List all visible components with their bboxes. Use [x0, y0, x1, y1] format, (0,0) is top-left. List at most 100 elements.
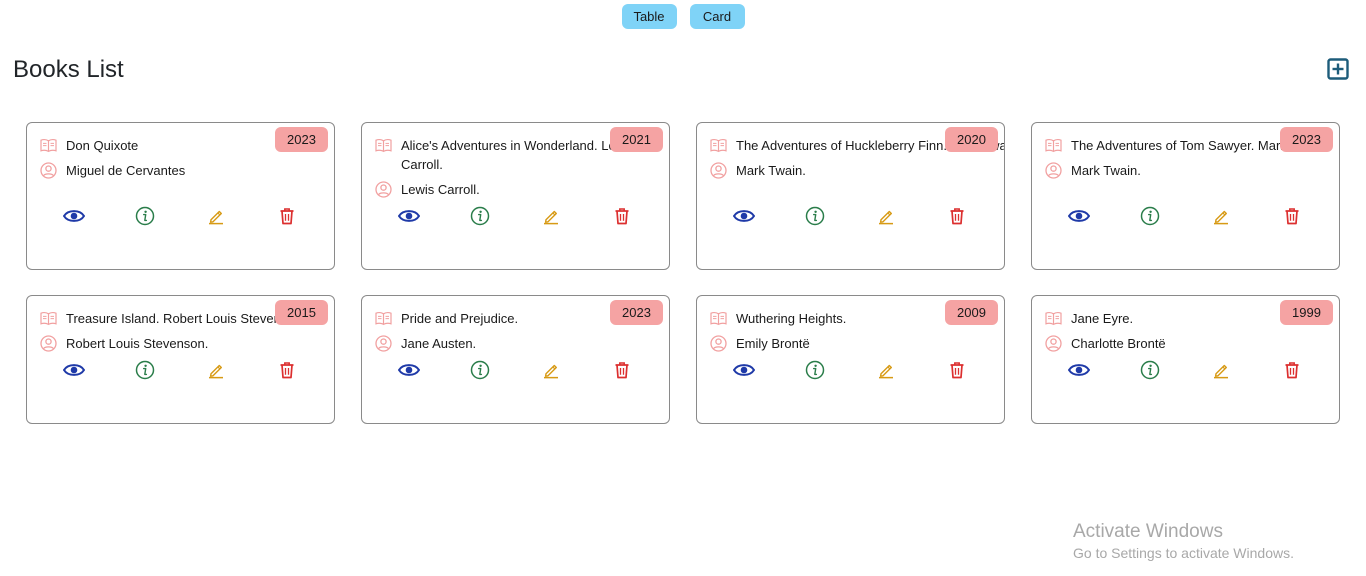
book-author-line: Robert Louis Stevenson. [40, 334, 334, 353]
book-title: Jane Eyre. [1071, 311, 1134, 326]
view-button[interactable] [398, 207, 421, 229]
book-author: Mark Twain. [1071, 163, 1141, 178]
view-button[interactable] [1068, 361, 1091, 383]
book-author-line: Jane Austen. [375, 334, 669, 353]
info-circle-icon [805, 206, 825, 231]
delete-button[interactable] [946, 207, 968, 229]
details-button[interactable] [804, 360, 826, 385]
book-open-icon [375, 310, 392, 327]
edit-button[interactable] [1210, 207, 1232, 229]
book-author-line: Charlotte Brontë [1045, 334, 1339, 353]
pencil-icon [1212, 207, 1230, 230]
edit-button[interactable] [540, 361, 562, 383]
details-button[interactable] [804, 206, 826, 231]
person-circle-icon [1045, 335, 1062, 352]
book-author: Mark Twain. [736, 163, 806, 178]
person-circle-icon [710, 335, 727, 352]
table-view-button[interactable]: Table [621, 4, 677, 29]
book-card: 2009 Wuthering Heights. Emily Brontë [696, 295, 1005, 424]
person-circle-icon [710, 162, 727, 179]
person-circle-icon [1045, 162, 1062, 179]
card-actions [1032, 206, 1339, 231]
delete-button[interactable] [946, 361, 968, 383]
view-button[interactable] [733, 361, 756, 383]
card-actions [697, 206, 1004, 231]
info-circle-icon [1140, 206, 1160, 231]
details-button[interactable] [134, 360, 156, 385]
year-badge: 2020 [945, 127, 998, 152]
info-circle-icon [1140, 360, 1160, 385]
info-circle-icon [470, 360, 490, 385]
card-actions [27, 206, 334, 231]
book-card: 2023 The Adventures of Tom Sawyer. Mark … [1031, 122, 1340, 270]
book-open-icon [40, 310, 57, 327]
view-button[interactable] [398, 361, 421, 383]
book-author: Emily Brontë [736, 336, 810, 351]
edit-button[interactable] [540, 207, 562, 229]
eye-icon [398, 209, 421, 228]
eye-icon [733, 363, 756, 382]
delete-button[interactable] [1281, 207, 1303, 229]
view-button[interactable] [63, 361, 86, 383]
delete-button[interactable] [611, 207, 633, 229]
edit-button[interactable] [205, 207, 227, 229]
details-button[interactable] [134, 206, 156, 231]
book-open-icon [1045, 137, 1062, 154]
delete-button[interactable] [276, 361, 298, 383]
pencil-icon [877, 361, 895, 384]
details-button[interactable] [469, 206, 491, 229]
book-title: Treasure Island. Robert Louis Stevenson. [66, 311, 306, 326]
view-button[interactable] [63, 207, 86, 229]
person-circle-icon [375, 335, 392, 352]
person-circle-icon [40, 162, 57, 179]
trash-icon [949, 361, 965, 384]
trash-icon [279, 207, 295, 230]
card-actions [697, 360, 1004, 385]
book-card: 2023 Don Quixote Miguel de Cervantes [26, 122, 335, 270]
watermark-subtitle: Go to Settings to activate Windows. [1073, 545, 1294, 561]
edit-button[interactable] [205, 361, 227, 383]
edit-button[interactable] [875, 361, 897, 383]
book-author-line: Lewis Carroll. [375, 180, 669, 199]
book-author-line: Mark Twain. [1045, 161, 1339, 180]
delete-button[interactable] [276, 207, 298, 229]
year-badge: 2021 [610, 127, 663, 152]
book-card: 2023 Pride and Prejudice. Jane Austen. [361, 295, 670, 424]
card-view-button[interactable]: Card [689, 4, 745, 29]
plus-square-icon [1327, 58, 1349, 80]
details-button[interactable] [1139, 360, 1161, 385]
card-actions [1032, 360, 1339, 385]
edit-button[interactable] [1210, 361, 1232, 383]
info-circle-icon [805, 360, 825, 385]
year-badge: 2023 [1280, 127, 1333, 152]
info-circle-icon [135, 206, 155, 231]
book-open-icon [375, 137, 392, 154]
eye-icon [63, 363, 86, 382]
book-open-icon [40, 137, 57, 154]
details-button[interactable] [1139, 206, 1161, 231]
details-button[interactable] [469, 360, 491, 385]
book-author: Jane Austen. [401, 336, 477, 351]
delete-button[interactable] [611, 361, 633, 383]
info-circle-icon [135, 360, 155, 385]
eye-icon [1068, 209, 1091, 228]
view-toggle: Table Card [0, 4, 1366, 29]
book-card: 2020 The Adventures of Huckleberry Finn.… [696, 122, 1005, 270]
eye-icon [1068, 363, 1091, 382]
windows-activation-watermark: Activate Windows Go to Settings to activ… [1073, 521, 1294, 562]
card-actions [362, 360, 669, 385]
book-card: 2021 Alice's Adventures in Wonderland. L… [361, 122, 670, 270]
eye-icon [63, 209, 86, 228]
view-button[interactable] [1068, 207, 1091, 229]
book-title: Don Quixote [66, 138, 139, 153]
eye-icon [733, 209, 756, 228]
pencil-icon [542, 361, 560, 384]
delete-button[interactable] [1281, 361, 1303, 383]
book-card-grid: 2023 Don Quixote Miguel de Cervantes 202… [26, 122, 1340, 424]
add-book-button[interactable] [1327, 58, 1349, 80]
book-author-line: Mark Twain. [710, 161, 1004, 180]
year-badge: 2023 [275, 127, 328, 152]
view-button[interactable] [733, 207, 756, 229]
edit-button[interactable] [875, 207, 897, 229]
pencil-icon [207, 361, 225, 384]
